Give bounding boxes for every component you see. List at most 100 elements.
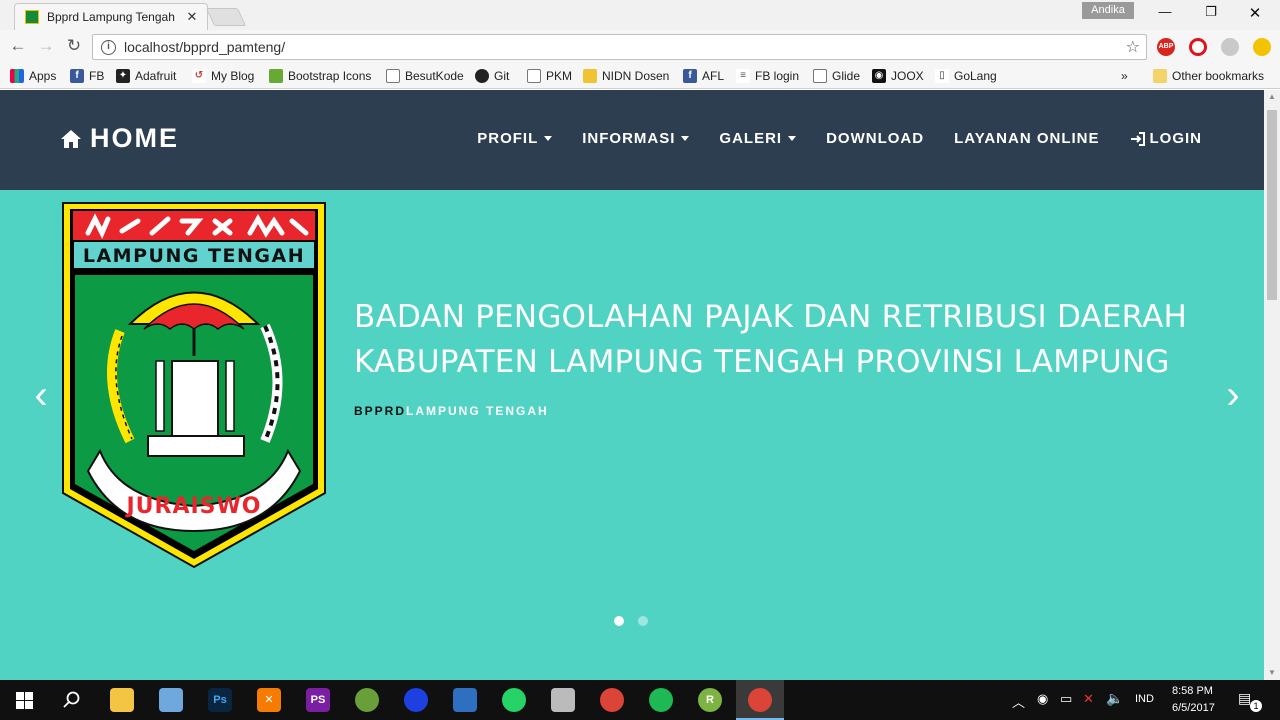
bookmark-label: Other bookmarks (1172, 69, 1265, 83)
volume-icon[interactable]: 🔈 (1106, 690, 1123, 707)
atom-icon[interactable] (404, 688, 428, 712)
notification-count: 1 (1250, 700, 1262, 712)
new-tab-button[interactable] (205, 8, 247, 26)
menu-informasi[interactable]: INFORMASI (582, 130, 690, 147)
info-icon[interactable]: i (101, 39, 116, 55)
lampung-tengah-logo: LAMPUNG TENGAH JURAISWO (62, 202, 326, 569)
virtualbox-icon[interactable] (159, 688, 183, 712)
phpstorm-icon[interactable]: PS (306, 688, 330, 712)
scroll-down-icon[interactable]: ▼ (1264, 666, 1280, 680)
other-bookmarks[interactable]: Other bookmarks (1153, 67, 1264, 85)
r-app-icon[interactable]: R (698, 688, 722, 712)
back-arrow-icon[interactable]: ← (7, 36, 29, 58)
menu-profil[interactable]: PROFIL (477, 130, 553, 147)
bookmark-label: FB (89, 69, 105, 83)
close-window-button[interactable]: ✕ (1232, 4, 1278, 24)
bookmark-label: FB login (755, 69, 800, 83)
bookmark-afl[interactable]: f AFL (683, 67, 724, 85)
menu-label: LOGIN (1149, 130, 1202, 147)
extension-icon[interactable] (1253, 38, 1271, 56)
home-link[interactable]: HOME (60, 123, 179, 154)
bookmark-joox[interactable]: ◉ JOOX (872, 67, 924, 85)
carousel-next-icon[interactable]: › (1218, 375, 1248, 415)
chrome-icon[interactable] (600, 688, 624, 712)
bookmark-my-blog[interactable]: ↺ My Blog (192, 67, 254, 85)
photoshop-icon[interactable]: Ps (208, 688, 232, 712)
maximize-button[interactable]: ❐ (1188, 4, 1234, 24)
bookmark-adafruit[interactable]: ✦ Adafruit (116, 67, 176, 85)
globe-icon[interactable] (1221, 38, 1239, 56)
menu-galeri[interactable]: GALERI (719, 130, 797, 147)
page-scrollbar[interactable]: ▲ ▼ (1264, 90, 1280, 680)
address-bar[interactable]: i localhost/bpprd_pamteng/ ☆ (92, 34, 1147, 60)
bookmark-pkm[interactable]: PKM (527, 67, 572, 85)
forward-arrow-icon[interactable]: → (35, 36, 57, 58)
bookmark-bootstrap-icons[interactable]: Bootstrap Icons (269, 67, 371, 85)
bookmark-nidn-dosen[interactable]: NIDN Dosen (583, 67, 669, 85)
network-icon[interactable]: ✕ (1083, 691, 1094, 707)
url-text[interactable]: localhost/bpprd_pamteng/ (124, 39, 1126, 55)
profile-button[interactable]: Andika (1082, 2, 1134, 19)
menu-label: LAYANAN ONLINE (954, 130, 1100, 147)
clock-date[interactable]: 6/5/2017 (1172, 702, 1215, 714)
minimize-button[interactable]: — (1142, 4, 1188, 24)
spotify-icon[interactable] (649, 688, 673, 712)
site-navbar: HOME PROFIL INFORMASI GALERI DOWNLOAD LA… (0, 90, 1264, 190)
menu-download[interactable]: DOWNLOAD (826, 130, 924, 147)
bookmark-label: My Blog (211, 69, 255, 83)
clock-time[interactable]: 8:58 PM (1172, 685, 1213, 697)
caret-down-icon (544, 136, 553, 141)
tab-close-icon[interactable]: ✕ (185, 9, 199, 25)
app-icon[interactable] (551, 688, 575, 712)
battery-icon[interactable]: ▭ (1060, 691, 1072, 707)
reload-icon[interactable]: ↻ (63, 36, 85, 58)
blog-icon: ↺ (192, 69, 206, 83)
network-app-icon[interactable] (453, 688, 477, 712)
menu-login[interactable]: LOGIN (1130, 130, 1203, 147)
android-studio-icon[interactable] (355, 688, 379, 712)
carousel-indicator-1[interactable] (614, 616, 624, 626)
bookmark-golang[interactable]: ▯ GoLang (935, 67, 997, 85)
page-icon (386, 69, 400, 83)
caret-down-icon (681, 136, 690, 141)
home-icon (61, 129, 81, 148)
bookmarks-overflow-button[interactable]: » (1121, 67, 1128, 85)
windows-taskbar: Ps ✕ PS R ︿ ◉ ▭ ✕ 🔈 IND 8:58 PM 6/5/2017… (0, 680, 1280, 720)
windows-start-icon[interactable] (16, 692, 33, 709)
search-icon[interactable] (63, 691, 81, 709)
whatsapp-icon[interactable] (502, 688, 526, 712)
bookmark-apps[interactable]: Apps (10, 67, 56, 85)
folder-icon (1153, 69, 1167, 83)
hero-carousel: LAMPUNG TENGAH JURAISWO ‹ › BADAN PENGOL… (0, 190, 1264, 680)
menu-layanan-online[interactable]: LAYANAN ONLINE (954, 130, 1099, 147)
browser-tab[interactable]: Bpprd Lampung Tengah ✕ (14, 3, 208, 30)
opera-icon[interactable] (1189, 38, 1207, 56)
menu-label: GALERI (719, 130, 783, 147)
scrollbar-thumb[interactable] (1267, 110, 1277, 300)
file-explorer-icon[interactable] (110, 688, 134, 712)
tray-record-icon[interactable]: ◉ (1037, 691, 1048, 707)
carousel-indicator-2[interactable] (638, 616, 648, 626)
bookmark-fb[interactable]: f FB (70, 67, 104, 85)
bookmark-git[interactable]: Git (475, 67, 509, 85)
adblock-icon[interactable]: ABP (1157, 38, 1175, 56)
browser-toolbar: ← → ↻ i localhost/bpprd_pamteng/ ☆ ABP (0, 30, 1280, 63)
bookmark-label: Apps (29, 69, 57, 83)
list-icon: ≡ (736, 69, 750, 83)
hero-subtitle-region: LAMPUNG TENGAH (406, 404, 549, 418)
carousel-prev-icon[interactable]: ‹ (26, 375, 56, 415)
tray-expand-icon[interactable]: ︿ (1012, 692, 1025, 711)
bookmark-besutkode[interactable]: BesutKode (386, 67, 464, 85)
browser-tab-strip: Bpprd Lampung Tengah ✕ Andika — ❐ ✕ (0, 0, 1280, 30)
bootstrap-icon (269, 69, 283, 83)
facebook-icon: f (683, 69, 697, 83)
chrome-active-icon[interactable] (748, 688, 772, 712)
menu-label: PROFIL (477, 130, 539, 147)
xampp-icon[interactable]: ✕ (257, 688, 281, 712)
bookmark-glide[interactable]: Glide (813, 67, 860, 85)
bookmark-label: JOOX (891, 69, 924, 83)
scroll-up-icon[interactable]: ▲ (1264, 90, 1280, 104)
language-indicator[interactable]: IND (1135, 693, 1154, 705)
bookmark-fb-login[interactable]: ≡ FB login (736, 67, 799, 85)
bookmark-star-icon[interactable]: ☆ (1126, 37, 1140, 57)
